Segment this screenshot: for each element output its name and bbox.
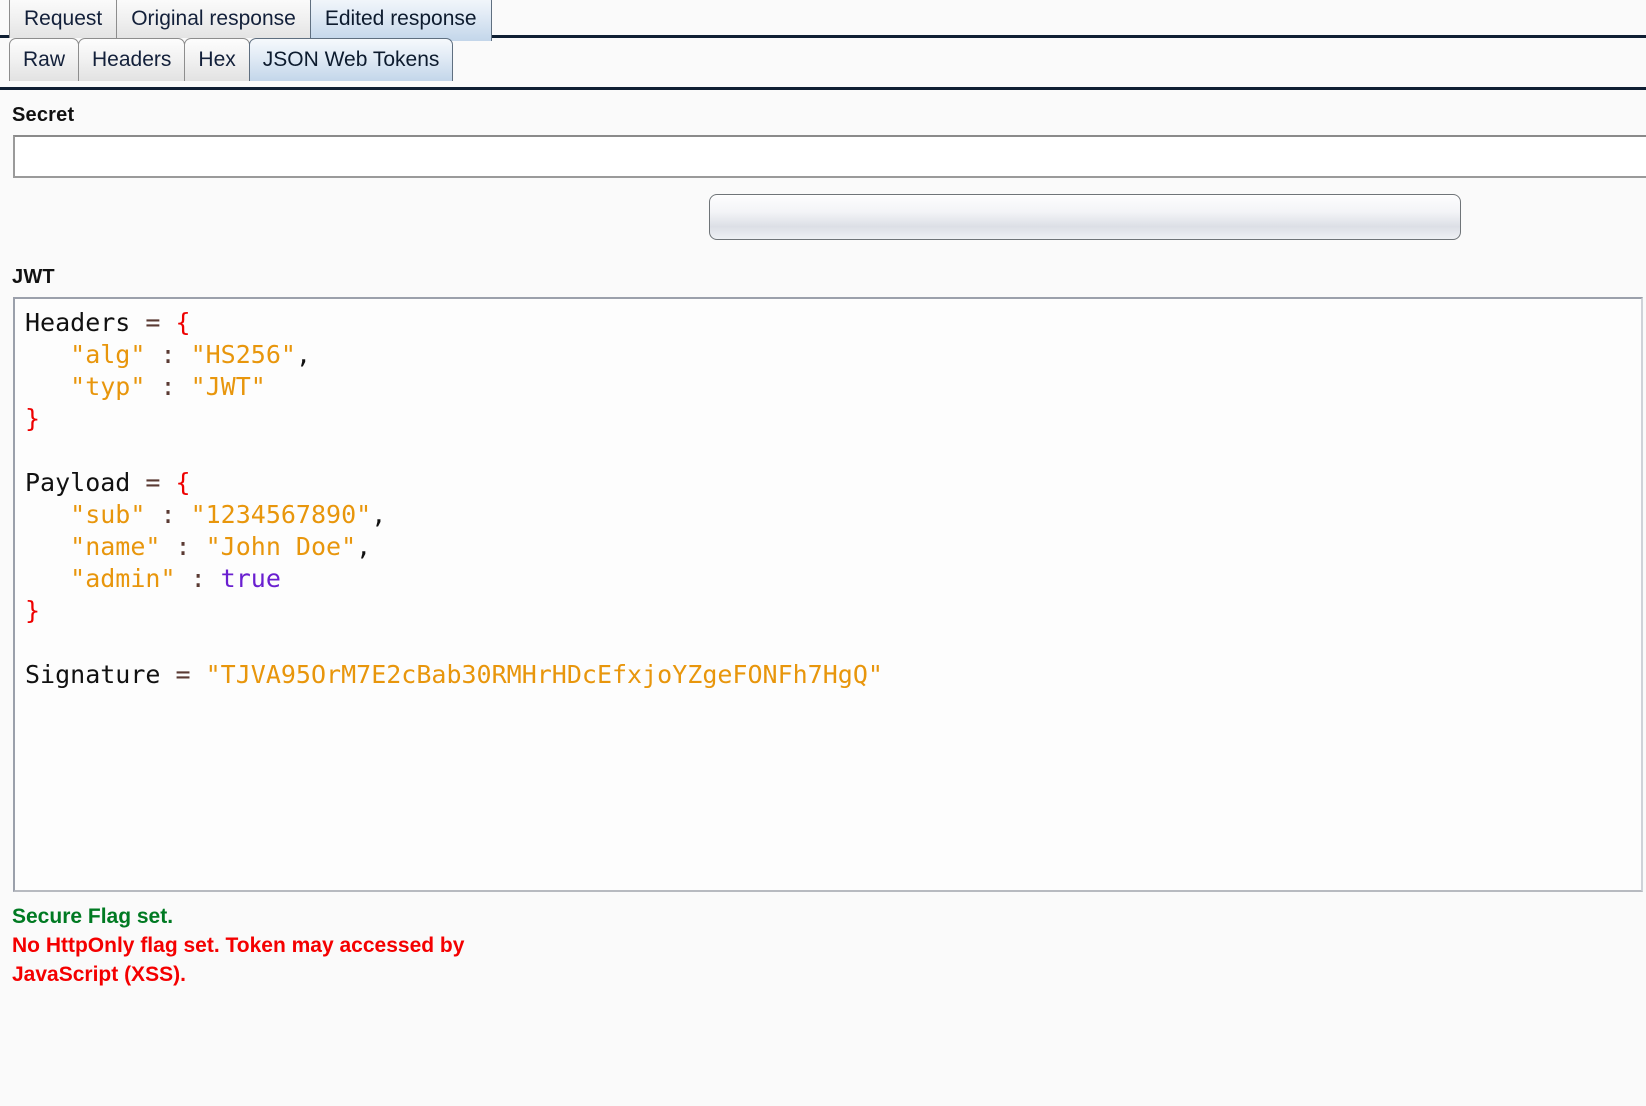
jwt-token-str: "admin" [70,564,176,593]
jwt-token-str: "HS256" [190,340,296,369]
jwt-token-str: "1234567890" [190,500,372,529]
jwt-code-line: "name" : "John Doe", [25,531,1641,563]
jwt-token-bool: true [220,564,281,593]
jwt-label: JWT [12,266,55,288]
inner-tab-bar: Raw Headers Hex JSON Web Tokens [0,38,1646,90]
jwt-token-str: "typ" [70,372,146,401]
jwt-token-brace: { [175,308,191,337]
secure-flag-status: Secure Flag set. [12,905,174,928]
tab-label: Request [24,7,103,30]
status-messages: Secure Flag set. No HttpOnly flag set. T… [0,892,1646,989]
jwt-token-brace: { [175,468,191,497]
jwt-token-colon: : [145,500,191,529]
tab-edited-response[interactable]: Edited response [309,0,492,41]
jwt-token-str: "alg" [70,340,146,369]
jwt-code-line [25,435,1641,467]
jwt-token-str: "JWT" [190,372,266,401]
jwt-token-brace: } [25,404,41,433]
jwt-token-comma: , [371,500,387,529]
jwt-token-eq: = [130,468,176,497]
tab-label: JSON Web Tokens [262,48,440,71]
jwt-token-name [25,372,70,401]
action-button-row [0,178,1646,252]
jwt-code-line: "typ" : "JWT" [25,371,1641,403]
jwt-token-name [25,340,70,369]
secret-row [0,135,1646,178]
jwt-code: Headers = { "alg" : "HS256", "typ" : "JW… [25,307,1641,691]
jwt-token-colon: : [160,532,206,561]
jwt-token-name: Headers [25,308,131,337]
jwt-token-name [25,532,70,561]
jwt-decoded-view[interactable]: Headers = { "alg" : "HS256", "typ" : "JW… [13,297,1643,892]
tab-label: Headers [92,48,172,71]
tab-original-response[interactable]: Original response [116,0,311,41]
tab-request[interactable]: Request [9,0,118,41]
jwt-token-name: Payload [25,468,131,497]
jwt-token-str: "John Doe" [205,532,357,561]
secret-input[interactable] [13,135,1646,178]
jwt-token-name [25,564,70,593]
jwt-token-colon: : [145,340,191,369]
secret-label: Secret [12,104,75,126]
tab-label: Hex [198,48,236,71]
jwt-token-eq: = [130,308,176,337]
jwt-token-comma: , [295,340,311,369]
tab-raw[interactable]: Raw [9,38,80,81]
tab-hex[interactable]: Hex [184,38,250,81]
jwt-token-brace: } [25,596,41,625]
recalculate-signature-button[interactable] [709,194,1461,240]
jwt-token-str: "TJVA95OrM7E2cBab30RMHrHDcEfxjoYZgeFONFh… [205,660,883,689]
jwt-code-line: } [25,595,1641,627]
jwt-token-str: "sub" [70,500,146,529]
tab-label: Raw [23,48,66,71]
httponly-warning-line-1: No HttpOnly flag set. Token may accessed… [12,934,465,957]
jwt-token-str: "name" [70,532,161,561]
jwt-token-comma: , [356,532,372,561]
outer-tab-bar: Request Original response Edited response [0,0,1646,41]
jwt-token-colon: : [145,372,191,401]
tab-label: Original response [131,7,296,30]
tab-headers[interactable]: Headers [78,38,186,81]
jwt-token-colon: : [175,564,221,593]
jwt-token-eq: = [160,660,206,689]
tab-json-web-tokens[interactable]: JSON Web Tokens [248,38,454,81]
jwt-wrap: Headers = { "alg" : "HS256", "typ" : "JW… [0,297,1646,892]
jwt-code-line: Signature = "TJVA95OrM7E2cBab30RMHrHDcEf… [25,659,1641,691]
jwt-code-line [25,627,1641,659]
jwt-code-line: "sub" : "1234567890", [25,499,1641,531]
jwt-token-name: Signature [25,660,161,689]
jwt-token-name [25,500,70,529]
jwt-code-line: Headers = { [25,307,1641,339]
jwt-code-line: Payload = { [25,467,1641,499]
httponly-warning-line-2: JavaScript (XSS). [12,963,186,986]
jwt-code-line: } [25,403,1641,435]
tab-label: Edited response [324,7,477,30]
jwt-code-line: "admin" : true [25,563,1641,595]
jwt-code-line: "alg" : "HS256", [25,339,1641,371]
